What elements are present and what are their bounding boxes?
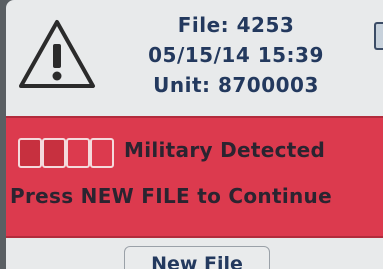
file-info: File: 4253 05/15/14 15:39 Unit: 8700003 xyxy=(106,10,366,100)
alert-title: Military Detected xyxy=(124,138,326,162)
indicator-segment xyxy=(18,138,42,168)
segment-indicator-icon xyxy=(18,138,114,168)
indicator-segment xyxy=(42,138,66,168)
alert-message: Press NEW FILE to Continue xyxy=(10,184,332,208)
unit-number: Unit: 8700003 xyxy=(153,73,319,97)
warning-triangle-icon xyxy=(19,20,95,88)
battery-icon xyxy=(374,22,383,50)
device-screen: File: 4253 05/15/14 15:39 Unit: 8700003 … xyxy=(6,0,383,269)
new-file-button[interactable]: New File xyxy=(124,246,270,269)
alert-banner: Military Detected Press NEW FILE to Cont… xyxy=(6,116,383,238)
indicator-segment xyxy=(66,138,90,168)
date-time: 05/15/14 15:39 xyxy=(148,43,324,67)
file-number: File: 4253 xyxy=(177,13,295,37)
indicator-segment xyxy=(90,138,114,168)
